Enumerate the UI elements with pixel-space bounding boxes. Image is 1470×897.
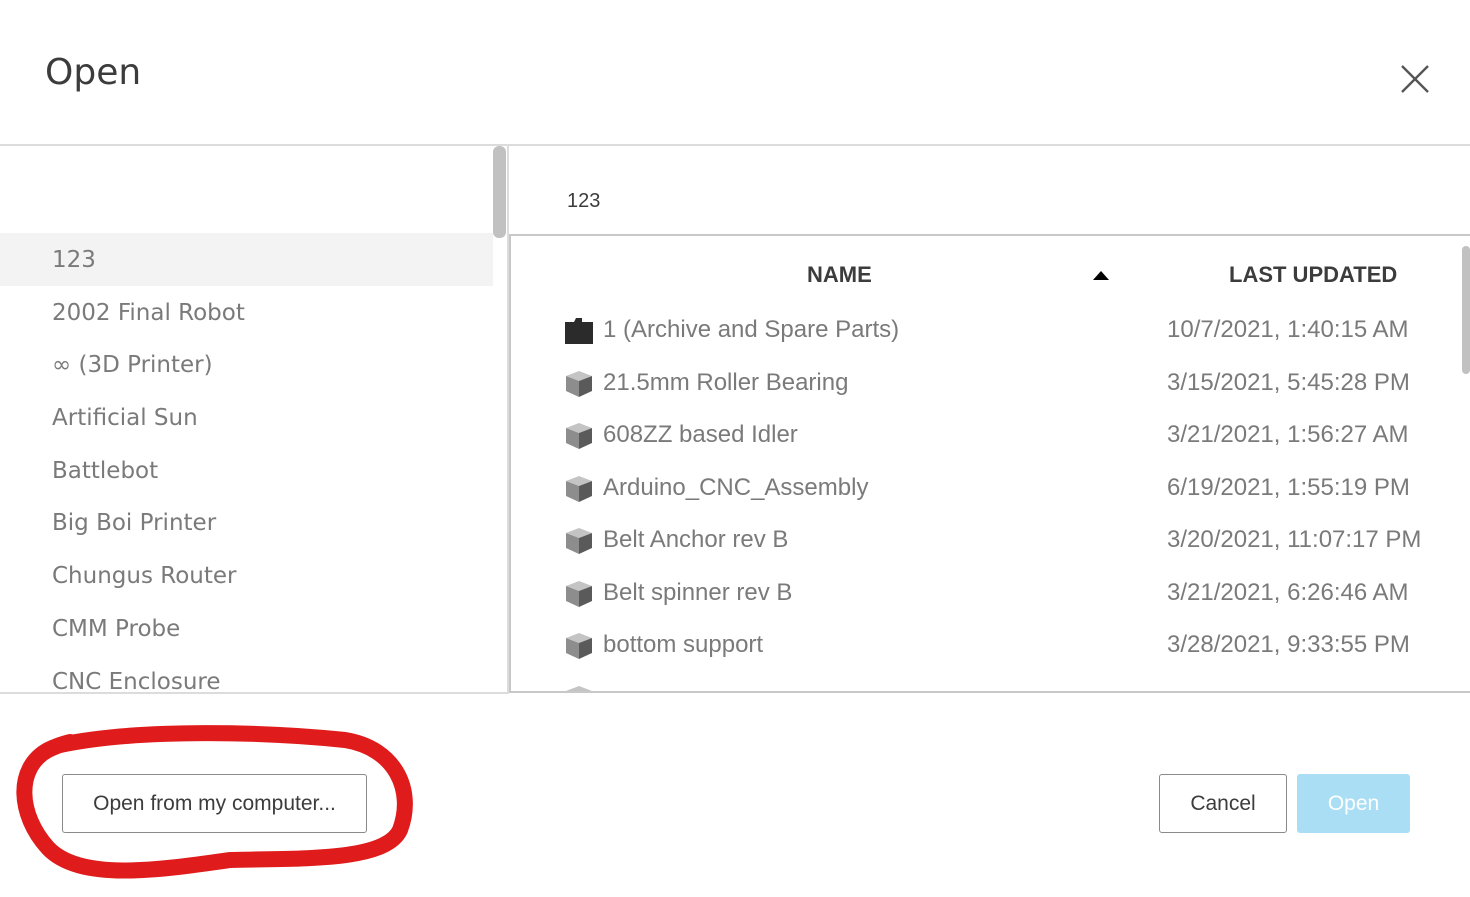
sidebar-item-123[interactable]: 123: [0, 233, 493, 286]
column-header-last-updated[interactable]: LAST UPDATED: [1229, 262, 1397, 288]
open-button[interactable]: Open: [1297, 774, 1410, 833]
sidebar-item-3d-printer[interactable]: ∞ (3D Printer): [0, 338, 493, 391]
project-list: 123 2002 Final Robot ∞ (3D Printer) Arti…: [0, 233, 493, 694]
design-cube-icon: [566, 370, 592, 397]
design-cube-icon: [566, 633, 592, 659]
project-sidebar: 123 2002 Final Robot ∞ (3D Printer) Arti…: [0, 146, 507, 694]
column-header-name[interactable]: NAME: [807, 262, 872, 288]
file-date: 3/21/2021, 6:26:46 AM: [1167, 578, 1409, 606]
file-name: Arduino_CNC_Assembly: [603, 473, 869, 501]
design-cube-icon: [566, 528, 592, 554]
sidebar-scrollbar[interactable]: [493, 146, 506, 238]
design-cube-icon: [566, 580, 592, 607]
file-name: bottom support: [603, 631, 764, 658]
cancel-button[interactable]: Cancel: [1159, 774, 1287, 833]
sidebar-item-cmm-probe[interactable]: CMM Probe: [0, 602, 493, 655]
design-cube-icon: [566, 686, 592, 691]
file-name: 21.5mm Roller Bearing: [603, 368, 849, 396]
footer-divider: [0, 692, 509, 694]
file-name: 1 (Archive and Spare Parts): [603, 316, 900, 343]
close-icon: [1401, 65, 1429, 93]
file-list-scrollbar[interactable]: [1462, 246, 1470, 374]
file-name: 608ZZ based Idler: [603, 421, 798, 448]
open-from-computer-button[interactable]: Open from my computer...: [62, 774, 367, 833]
sidebar-item-2002-final-robot[interactable]: 2002 Final Robot: [0, 286, 493, 339]
table-row[interactable]: bottom support 3/28/2021, 9:33:55 PM: [511, 619, 1451, 671]
table-row[interactable]: 1 (Archive and Spare Parts) 10/7/2021, 1…: [511, 304, 1451, 356]
sidebar-item-big-boi-printer[interactable]: Big Boi Printer: [0, 496, 493, 549]
table-row[interactable]: Belt Anchor rev B 3/20/2021, 11:07:17 PM: [511, 514, 1451, 566]
close-button[interactable]: [1395, 59, 1435, 99]
breadcrumb[interactable]: 123: [567, 190, 600, 213]
file-date: 10/7/2021, 1:40:15 AM: [1167, 316, 1409, 343]
file-date: 3/20/2021, 11:07:17 PM: [1167, 526, 1422, 553]
folder-icon: [565, 318, 593, 344]
table-row[interactable]: 608ZZ based Idler 3/21/2021, 1:56:27 AM: [511, 409, 1451, 461]
file-date: 6/19/2021, 1:55:19 PM: [1167, 473, 1410, 501]
file-date: 3/15/2021, 5:45:28 PM: [1167, 368, 1410, 396]
dialog-title: Open: [45, 52, 142, 93]
sidebar-item-artificial-sun[interactable]: Artificial Sun: [0, 391, 493, 444]
sidebar-item-cnc-enclosure[interactable]: CNC Enclosure: [0, 655, 493, 695]
table-row[interactable]: Belt spinner rev B 3/21/2021, 6:26:46 AM: [511, 567, 1451, 619]
file-date: 3/21/2021, 1:56:27 AM: [1167, 421, 1409, 448]
table-row[interactable]: 21.5mm Roller Bearing 3/15/2021, 5:45:28…: [511, 357, 1451, 409]
sidebar-item-chungus-router[interactable]: Chungus Router: [0, 549, 493, 602]
file-name: Belt spinner rev B: [603, 578, 793, 606]
table-row-partial[interactable]: [511, 672, 1451, 691]
open-dialog: Open 123 2002 Final Robot ∞ (3D Printer)…: [0, 0, 1470, 897]
file-date: 3/28/2021, 9:33:55 PM: [1167, 631, 1410, 658]
sort-ascending-icon[interactable]: [1093, 271, 1109, 280]
file-list-panel: NAME LAST UPDATED 1 (Archive and Spare P…: [509, 234, 1470, 693]
sidebar-item-battlebot[interactable]: Battlebot: [0, 444, 493, 497]
file-name: Belt Anchor rev B: [603, 526, 789, 553]
design-cube-icon: [566, 423, 592, 449]
design-cube-icon: [566, 475, 592, 502]
table-row[interactable]: Arduino_CNC_Assembly 6/19/2021, 1:55:19 …: [511, 462, 1451, 514]
